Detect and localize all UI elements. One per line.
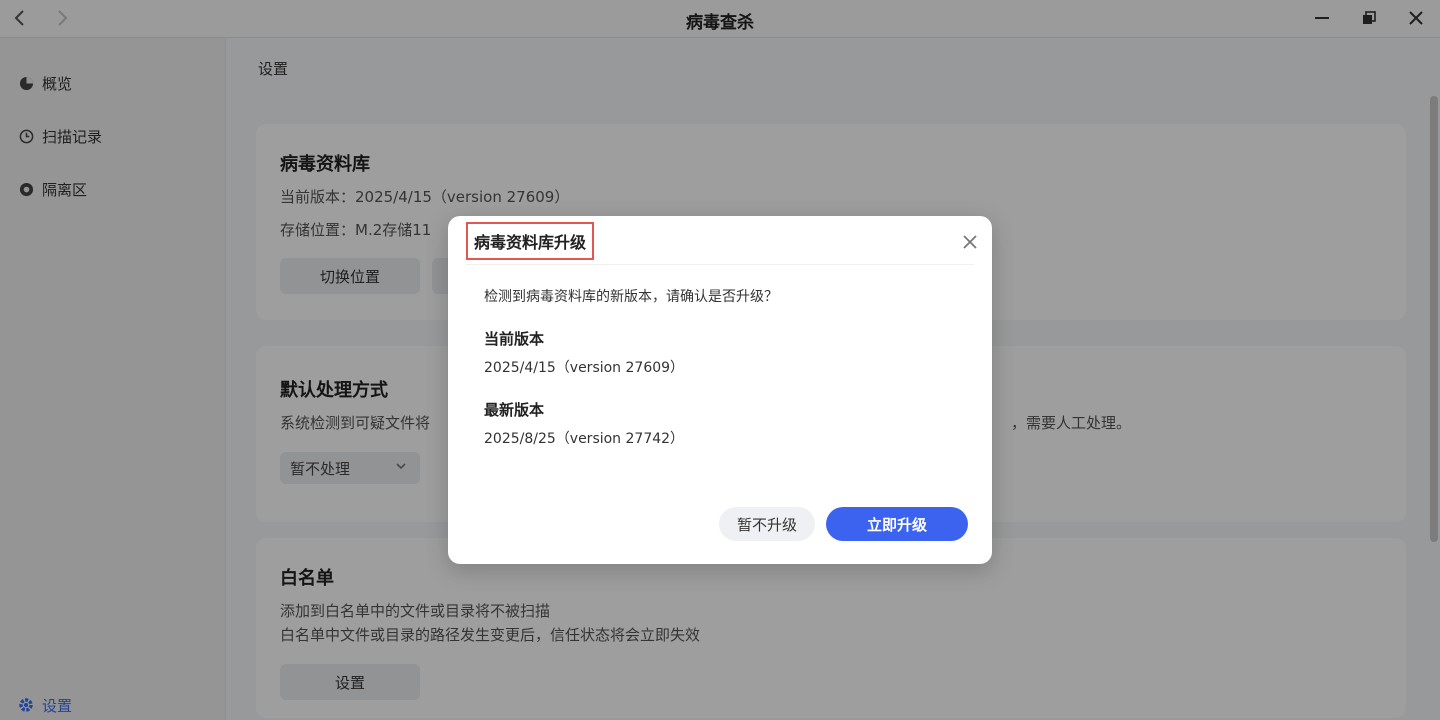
current-version-label: 当前版本 — [484, 330, 545, 348]
current-version-value: 2025/4/15（version 27609） — [484, 360, 685, 376]
later-button[interactable]: 暂不升级 — [719, 507, 815, 541]
upgrade-now-button[interactable]: 立即升级 — [826, 507, 968, 541]
latest-version-value: 2025/8/25（version 27742） — [484, 431, 685, 447]
upgrade-dialog: 病毒资料库升级 检测到病毒资料库的新版本，请确认是否升级？ 当前版本 2025/… — [448, 216, 992, 564]
dialog-title: 病毒资料库升级 — [466, 222, 595, 260]
dialog-divider — [466, 264, 974, 265]
dialog-message: 检测到病毒资料库的新版本，请确认是否升级？ — [484, 289, 778, 305]
dialog-close-icon[interactable] — [960, 232, 980, 252]
latest-version-label: 最新版本 — [484, 401, 545, 419]
